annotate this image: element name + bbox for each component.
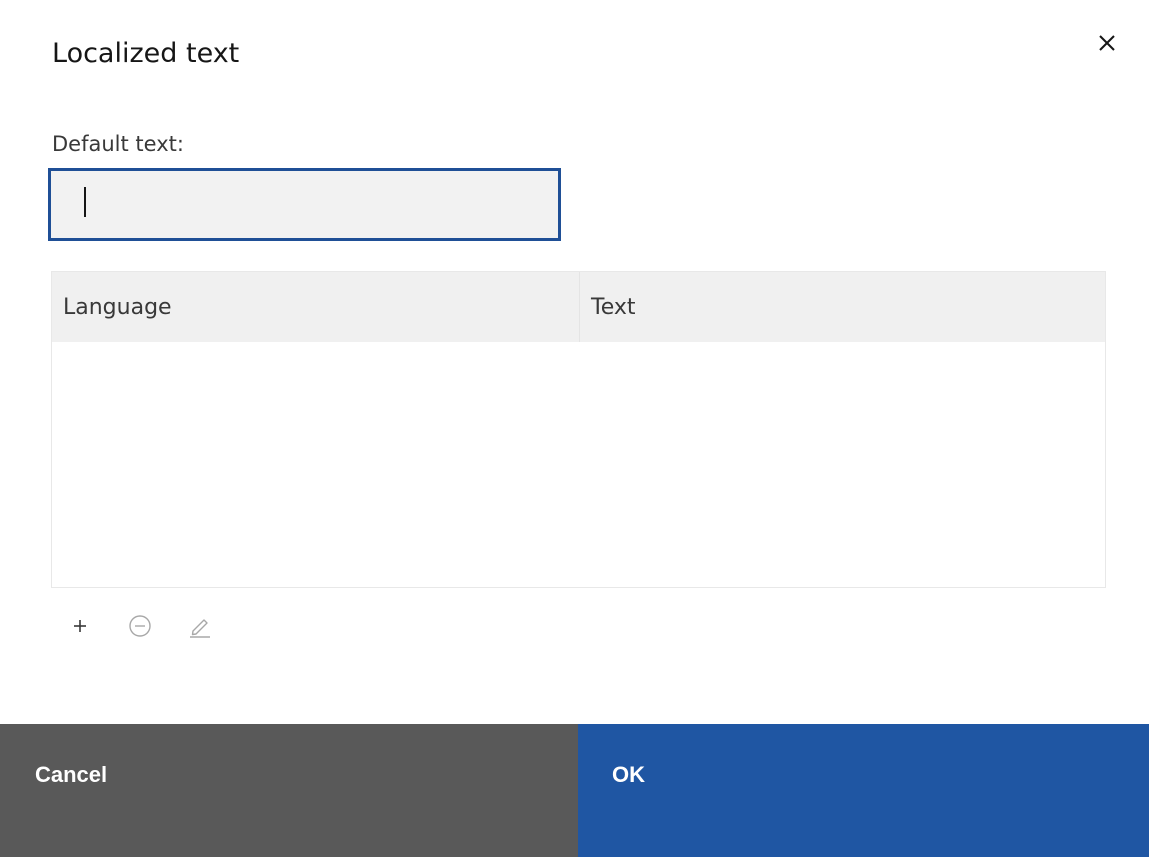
default-text-input[interactable]	[48, 168, 561, 241]
default-text-label: Default text:	[52, 132, 184, 156]
localized-text-table: Language Text	[51, 271, 1106, 588]
add-button[interactable]	[60, 606, 100, 646]
minus-circle-icon	[129, 615, 151, 637]
ok-button[interactable]: OK	[578, 724, 1149, 857]
plus-icon	[74, 620, 86, 632]
table-toolbar	[60, 606, 240, 646]
dialog-footer: Cancel OK	[0, 724, 1149, 857]
column-header-language[interactable]: Language	[52, 272, 580, 342]
cancel-button[interactable]: Cancel	[0, 724, 578, 857]
localized-text-dialog: Localized text Default text: Language Te…	[0, 0, 1149, 857]
close-icon	[1099, 35, 1115, 51]
close-button[interactable]	[1090, 26, 1124, 60]
remove-button[interactable]	[120, 606, 160, 646]
edit-button[interactable]	[180, 606, 220, 646]
pencil-icon	[190, 619, 210, 638]
table-body[interactable]	[52, 342, 1105, 587]
dialog-title: Localized text	[52, 38, 240, 69]
column-header-text[interactable]: Text	[580, 272, 1105, 342]
text-caret	[84, 187, 86, 217]
table-header: Language Text	[52, 272, 1105, 342]
